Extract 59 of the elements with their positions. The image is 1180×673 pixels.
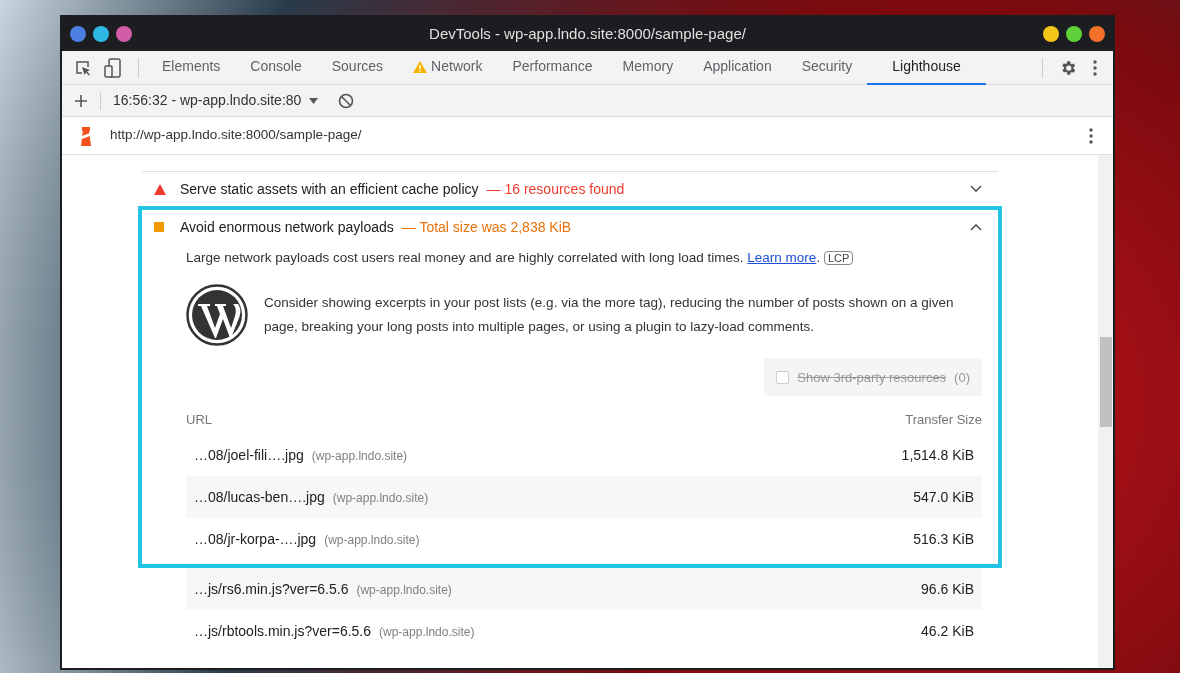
more-options-icon[interactable] — [1089, 127, 1093, 144]
chevron-down-icon[interactable] — [970, 185, 982, 193]
size-text: 46.2 KiB — [921, 621, 974, 641]
panel-tab[interactable]: Elements — [147, 50, 236, 85]
audit-title[interactable]: Serve static assets with an efficient cache policy — [180, 178, 479, 200]
lighthouse-icon — [78, 125, 94, 146]
url-text: …08/lucas-ben….jpg — [194, 487, 325, 507]
plus-icon[interactable] — [74, 93, 88, 108]
page-url: http://wp-app.lndo.site:8000/sample-page/ — [110, 126, 363, 145]
host-text: (wp-app.lndo.site) — [332, 489, 429, 507]
more-options-icon[interactable] — [1093, 59, 1097, 76]
url-text: …08/jr-korpa-….jpg — [194, 529, 317, 549]
scrollbar-thumb[interactable] — [1099, 337, 1112, 427]
url-text: …js/rs6.min.js?ver=6.5.6 — [194, 579, 349, 599]
panel-tab[interactable]: Security — [786, 50, 868, 85]
minimize-button[interactable] — [1043, 26, 1059, 42]
status-square-icon — [154, 222, 164, 232]
window-title: DevTools - wp-app.lndo.site:8000/sample-page/ — [428, 23, 747, 44]
app-icon[interactable] — [116, 26, 132, 42]
url-text: …08/joel-fili….jpg — [194, 445, 304, 465]
url-text: …js/rbtools.min.js?ver=6.5.6 — [194, 621, 372, 641]
learn-more-link[interactable]: Learn more — [747, 250, 817, 265]
panel-tab[interactable]: Application — [688, 50, 787, 85]
audit-title[interactable]: Avoid enormous network payloads — [180, 216, 394, 238]
stack-pack-text: Consider showing excerpts in your post lists (e.g. via the more tag), reducing the number of posts shown on a given page, breaking your long posts into multiple pages, or using a plugin to lazy-load comments. — [264, 294, 955, 337]
audit-display-value: — 16 resources found — [486, 179, 625, 199]
settings-icon[interactable] — [1059, 58, 1077, 77]
host-text: (wp-app.lndo.site) — [311, 447, 408, 465]
caret-icon — [309, 97, 319, 104]
size-text: 547.0 KiB — [913, 487, 974, 507]
clear-icon[interactable] — [338, 92, 355, 109]
host-text: (wp-app.lndo.site) — [324, 531, 420, 549]
size-text: 96.6 KiB — [921, 579, 974, 599]
size-text: 1,514.8 KiB — [901, 445, 974, 465]
size-text: 516.3 KiB — [913, 529, 974, 549]
warning-triangle-icon — [154, 183, 166, 195]
wordpress-logo-icon — [186, 284, 248, 347]
third-party-count: (0) — [954, 368, 970, 387]
lcp-badge: LCP — [823, 251, 854, 265]
host-text: (wp-app.lndo.site) — [356, 581, 452, 599]
punctuation-text: . — [816, 250, 821, 265]
close-button[interactable] — [1089, 26, 1105, 42]
device-toolbar-icon[interactable] — [104, 57, 122, 78]
report-select[interactable]: 16:56:32 - wp-app.lndo.site:80 — [113, 90, 319, 111]
host-text: (wp-app.lndo.site) — [379, 623, 475, 641]
panel-tab[interactable]: Memory — [607, 50, 689, 85]
audit-description: Large network payloads cost users real money and are highly correlated with long load times. Learn more. LCP — [186, 248, 982, 269]
panel-tab[interactable]: Network — [398, 50, 498, 85]
third-party-label: Show 3rd-party resources — [797, 368, 947, 387]
maximize-button[interactable] — [1066, 26, 1082, 42]
panel-tab[interactable]: Performance — [497, 50, 608, 85]
panel-tab[interactable]: Console — [235, 50, 317, 85]
chevron-up-icon[interactable] — [970, 223, 982, 231]
audit-display-value: — Total size was 2,838 KiB — [401, 217, 572, 237]
column-header: URL — [186, 410, 212, 429]
panel-tab[interactable]: Sources — [316, 50, 399, 85]
inspect-icon[interactable] — [74, 58, 92, 77]
app-icon[interactable] — [93, 26, 109, 42]
column-header: Transfer Size — [905, 410, 982, 429]
